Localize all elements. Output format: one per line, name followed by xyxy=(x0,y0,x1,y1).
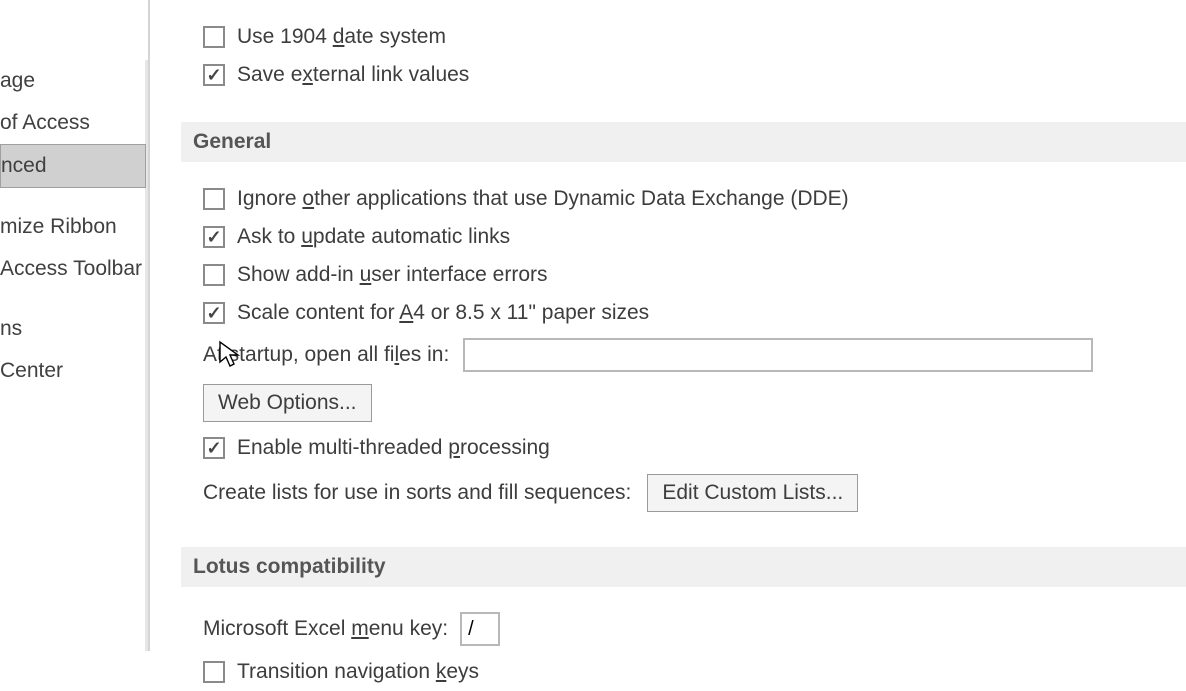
sidebar-item-ease-of-access[interactable]: of Access xyxy=(0,102,145,144)
label-ignore-dde: Ignore other applications that use Dynam… xyxy=(237,187,849,211)
input-startup-path[interactable] xyxy=(463,338,1093,372)
checkbox-show-addin-errors[interactable] xyxy=(203,264,225,286)
label-startup-open: At startup, open all files in: xyxy=(203,343,449,367)
edit-custom-lists-button[interactable]: Edit Custom Lists... xyxy=(647,474,858,512)
sidebar-item-quick-access-toolbar[interactable]: Access Toolbar xyxy=(0,248,145,290)
checkbox-scale-a4[interactable] xyxy=(203,302,225,324)
checkbox-ignore-dde[interactable] xyxy=(203,188,225,210)
label-use-1904: Use 1904 date system xyxy=(237,25,446,49)
section-header-lotus: Lotus compatibility xyxy=(181,547,1186,587)
sidebar-item-language[interactable]: age xyxy=(0,60,145,102)
sidebar-item-customize-ribbon[interactable]: mize Ribbon xyxy=(0,206,145,248)
label-ask-update: Ask to update automatic links xyxy=(237,225,510,249)
label-show-addin-errors: Show add-in user interface errors xyxy=(237,263,548,287)
checkbox-transition-nav[interactable] xyxy=(203,661,225,683)
checkbox-enable-multithread[interactable] xyxy=(203,437,225,459)
options-content: Use 1904 date system Save external link … xyxy=(163,0,1186,651)
checkbox-save-external[interactable] xyxy=(203,64,225,86)
sidebar-item-advanced[interactable]: nced xyxy=(0,144,146,188)
label-transition-nav: Transition navigation keys xyxy=(237,660,479,684)
input-menu-key[interactable] xyxy=(460,612,500,646)
label-menu-key: Microsoft Excel menu key: xyxy=(203,617,448,641)
web-options-button[interactable]: Web Options... xyxy=(203,384,372,422)
sidebar-item-trust-center[interactable]: Center xyxy=(0,350,145,392)
checkbox-use-1904[interactable] xyxy=(203,26,225,48)
options-sidebar: age of Access nced mize Ribbon Access To… xyxy=(0,0,150,651)
label-create-lists: Create lists for use in sorts and fill s… xyxy=(203,481,631,505)
checkbox-ask-update[interactable] xyxy=(203,226,225,248)
label-enable-multithread: Enable multi-threaded processing xyxy=(237,436,550,460)
label-scale-a4: Scale content for A4 or 8.5 x 11" paper … xyxy=(237,301,649,325)
label-save-external: Save external link values xyxy=(237,63,469,87)
section-header-general: General xyxy=(181,122,1186,162)
sidebar-item-addins[interactable]: ns xyxy=(0,308,145,350)
